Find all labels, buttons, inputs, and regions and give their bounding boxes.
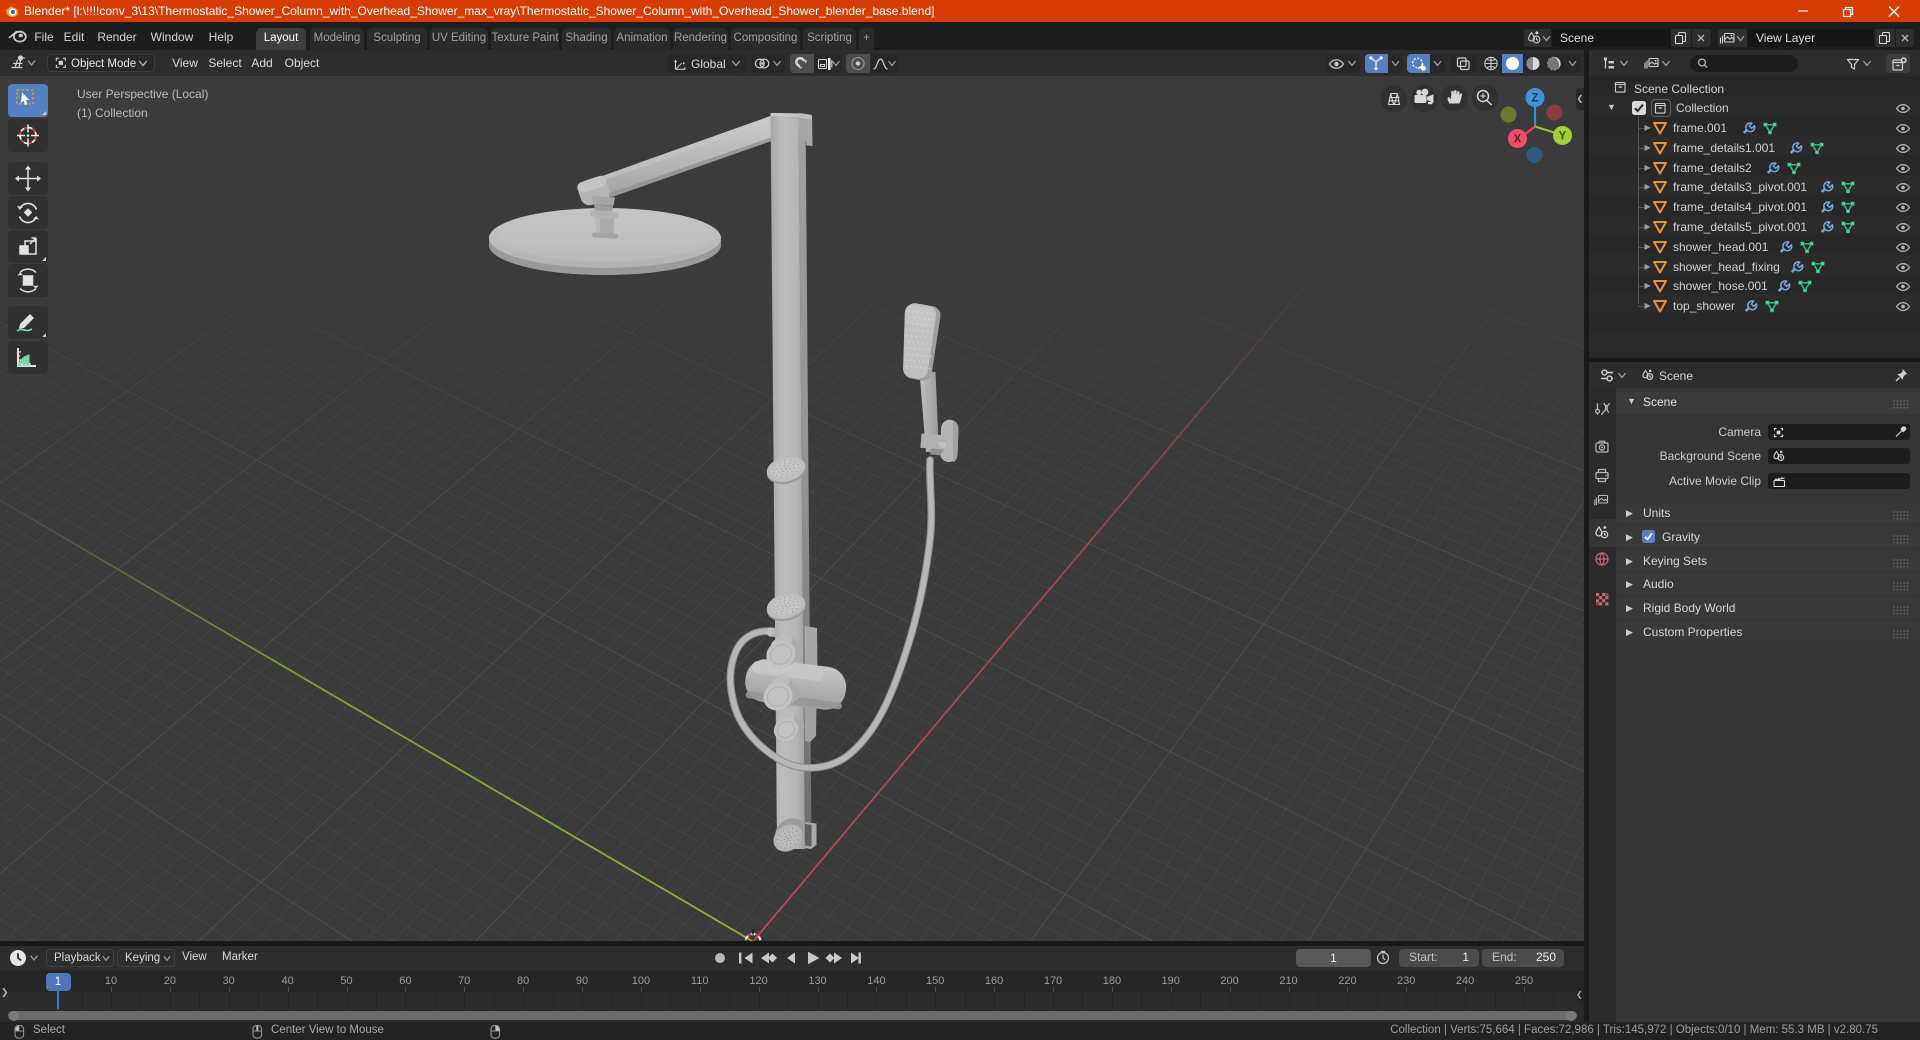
- svg-text:Z: Z: [1531, 92, 1538, 104]
- svg-text:Y: Y: [1559, 130, 1567, 142]
- svg-text:X: X: [1514, 133, 1522, 145]
